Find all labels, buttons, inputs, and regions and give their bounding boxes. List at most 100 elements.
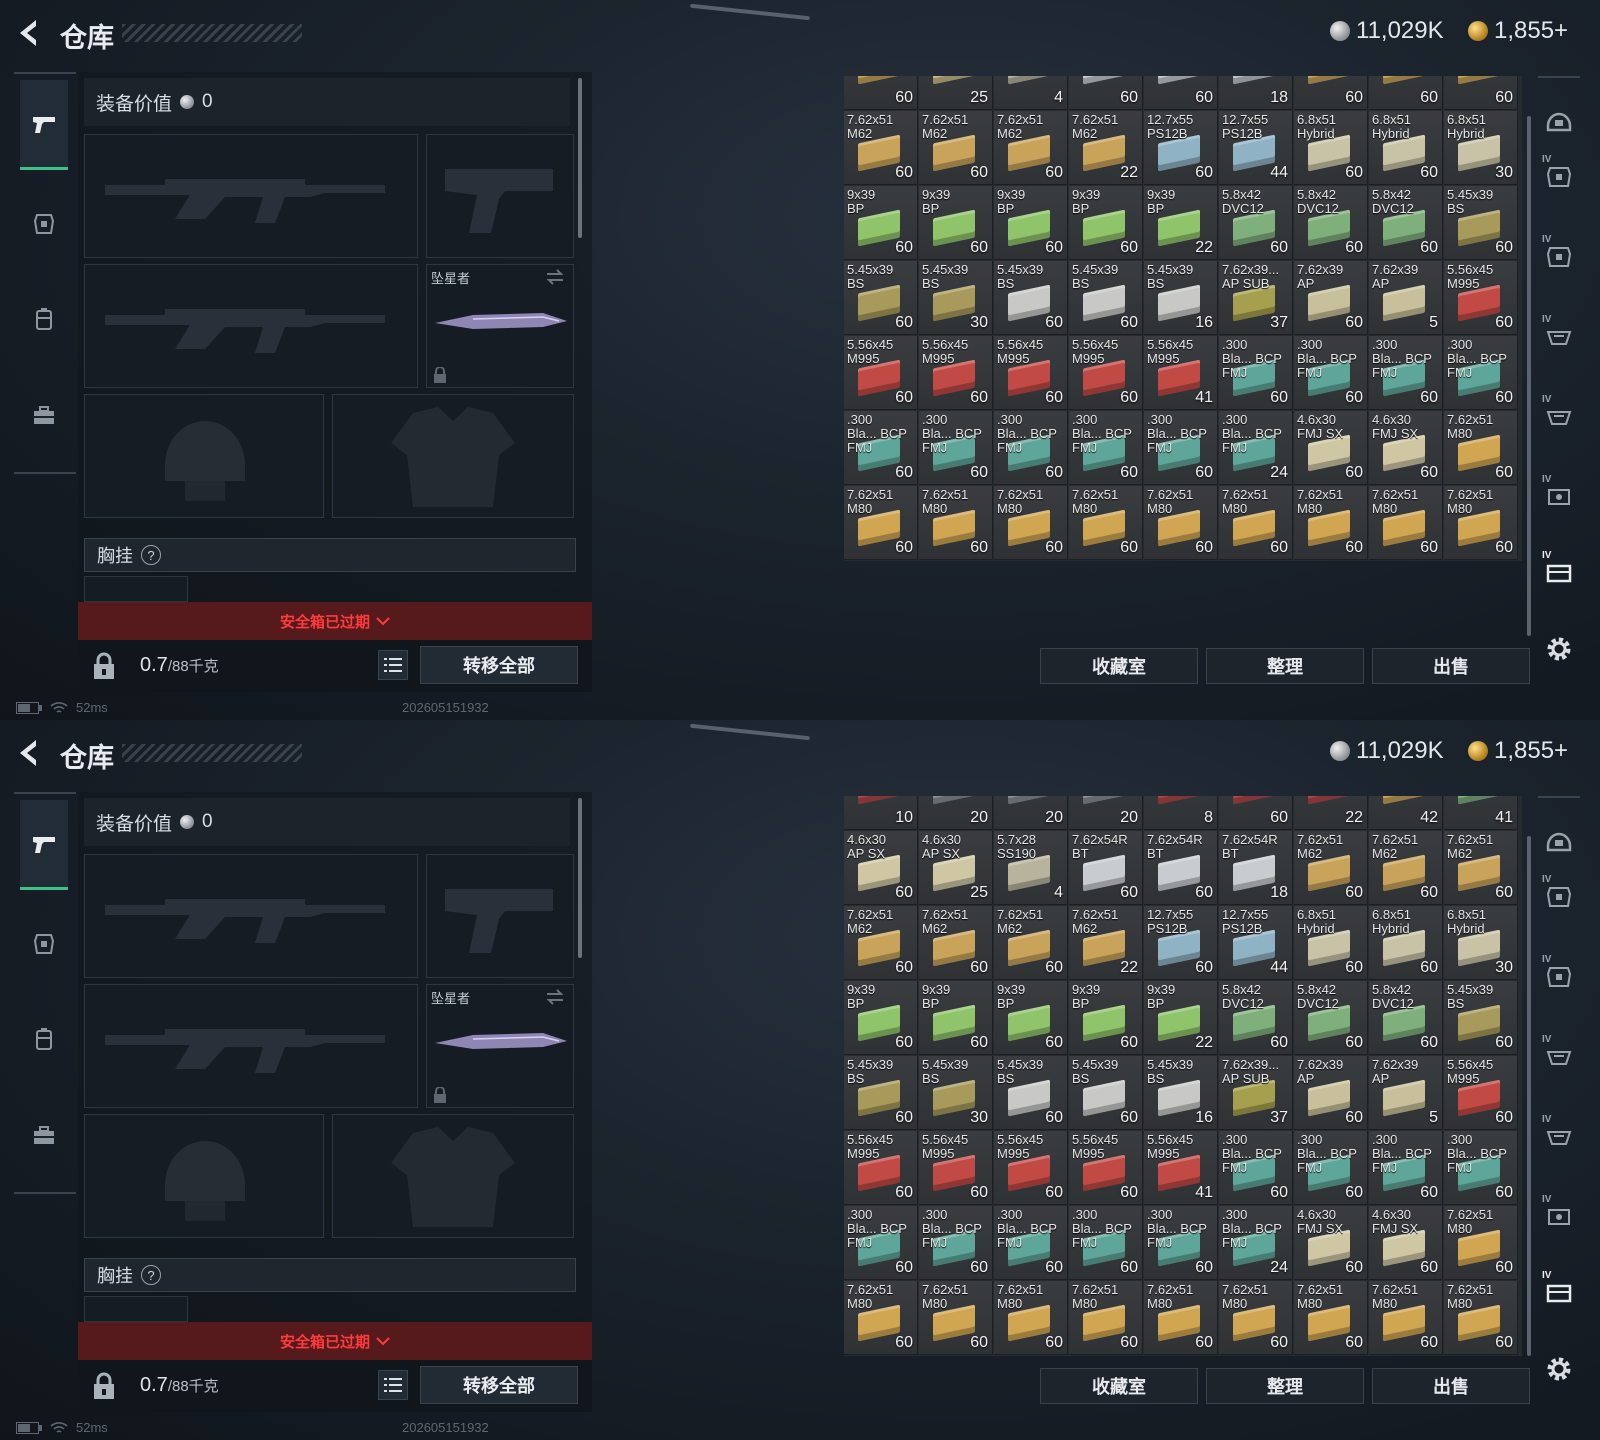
inventory-cell[interactable]: 5.56x45 M995 60 xyxy=(919,336,993,410)
inventory-cell[interactable]: 4.6x30 FMJ SX 60 xyxy=(1294,1206,1368,1280)
chest-rig-slot[interactable] xyxy=(84,1296,188,1322)
helmet-slot[interactable] xyxy=(84,1114,324,1238)
inventory-cell[interactable]: 4.6x30 FMJ SX 60 xyxy=(1294,411,1368,485)
inventory-cell[interactable]: .300 Bla... BCP FMJ 60 xyxy=(844,411,918,485)
inventory-cell[interactable]: 7.62x51 M80 60 xyxy=(1369,1281,1443,1355)
melee-slot[interactable]: 坠星者 xyxy=(426,984,574,1108)
body-armor-slot[interactable] xyxy=(332,394,574,518)
inventory-cell[interactable]: 7.62x39... AP SUB 37 xyxy=(1219,261,1293,335)
inventory-cell[interactable]: 6.8x51 Hybrid 60 xyxy=(1294,906,1368,980)
inventory-cell[interactable]: 6.8x51 Hybrid 60 xyxy=(1369,111,1443,185)
inventory-cell[interactable]: 6.8x51 Hybrid 60 xyxy=(1369,906,1443,980)
inventory-cell[interactable]: 7.62x39... AP SUB 37 xyxy=(1219,1056,1293,1130)
inventory-cell[interactable]: 5.56x45 M995 60 xyxy=(1444,261,1518,335)
gear-icon[interactable] xyxy=(1544,1354,1574,1384)
safe-box-expired-bar[interactable]: 安全箱已过期 xyxy=(78,602,592,640)
inventory-cell[interactable]: 7.62x51 M80 60 xyxy=(994,486,1068,560)
inventory-cell[interactable]: 7.62x51 M80 60 xyxy=(1444,1281,1518,1355)
swap-icon[interactable] xyxy=(545,269,565,285)
inventory-cell[interactable]: 5.56x45 M995 60 xyxy=(844,336,918,410)
inventory-cell[interactable]: 7.62x51 M80 60 xyxy=(1444,1206,1518,1280)
rn-armor-4b[interactable]: IV xyxy=(1542,954,1574,990)
inventory-cell[interactable]: 60 xyxy=(1069,76,1143,110)
inventory-cell[interactable]: 9x39 BP 60 xyxy=(919,981,993,1055)
inventory-cell[interactable]: .300 Bla... BCP FMJ 24 xyxy=(1219,411,1293,485)
collection-room-button[interactable]: 收藏室 xyxy=(1040,1368,1198,1404)
rn-armor-4b[interactable]: IV xyxy=(1542,234,1574,270)
nav-weapons[interactable] xyxy=(20,80,68,170)
inventory-cell[interactable]: 5.45x39 BS 60 xyxy=(1444,186,1518,260)
inventory-cell[interactable]: 5.45x39 BS 30 xyxy=(919,1056,993,1130)
inventory-cell[interactable]: 7.62x51 M80 60 xyxy=(1444,486,1518,560)
inventory-scrollbar[interactable] xyxy=(1527,836,1531,1356)
inventory-cell[interactable]: 41 xyxy=(1444,796,1518,830)
inventory-cell[interactable]: 5.8x42 DVC12 60 xyxy=(1294,981,1368,1055)
inventory-cell[interactable]: 5.8x42 DVC12 60 xyxy=(1369,186,1443,260)
equipment-scrollbar[interactable] xyxy=(578,78,582,238)
rn-helmet[interactable] xyxy=(1544,826,1574,856)
back-arrow-icon[interactable] xyxy=(16,18,42,48)
inventory-cell[interactable]: 12.7x55 PS12B 44 xyxy=(1219,906,1293,980)
inventory-cell[interactable]: 9x39 BP 22 xyxy=(1144,981,1218,1055)
inventory-cell[interactable]: 60 xyxy=(1219,796,1293,830)
inventory-cell[interactable]: 7.62x51 M80 60 xyxy=(844,486,918,560)
inventory-cell[interactable]: .300 Bla... BCP FMJ 60 xyxy=(1444,336,1518,410)
inventory-cell[interactable]: 7.62x51 M62 60 xyxy=(1369,831,1443,905)
inventory-cell[interactable]: 7.62x51 M80 60 xyxy=(1219,1281,1293,1355)
rn-bag-4[interactable]: IV xyxy=(1542,1194,1574,1230)
nav-weapons[interactable] xyxy=(20,800,68,890)
primary-weapon-slot[interactable] xyxy=(84,134,418,258)
inventory-cell[interactable]: 4.6x30 AP SX 25 xyxy=(919,831,993,905)
inventory-cell[interactable]: 5.45x39 BS 60 xyxy=(1444,981,1518,1055)
inventory-cell[interactable]: 5.45x39 BS 60 xyxy=(1069,261,1143,335)
secondary-weapon-slot[interactable] xyxy=(426,134,574,258)
list-view-button[interactable] xyxy=(378,650,408,680)
inventory-cell[interactable]: 5.56x45 M995 41 xyxy=(1144,336,1218,410)
inventory-cell[interactable]: 4 xyxy=(994,76,1068,110)
inventory-cell[interactable]: 5.45x39 BS 60 xyxy=(994,261,1068,335)
swap-icon[interactable] xyxy=(545,989,565,1005)
inventory-cell[interactable]: 20 xyxy=(994,796,1068,830)
inventory-cell[interactable]: .300 Bla... BCP FMJ 60 xyxy=(1144,1206,1218,1280)
transfer-all-button[interactable]: 转移全部 xyxy=(420,646,578,684)
inventory-cell[interactable]: 7.62x51 M62 60 xyxy=(919,111,993,185)
inventory-cell[interactable]: .300 Bla... BCP FMJ 60 xyxy=(994,1206,1068,1280)
back-arrow-icon[interactable] xyxy=(16,738,42,768)
inventory-cell[interactable]: 12.7x55 PS12B 44 xyxy=(1219,111,1293,185)
inventory-cell[interactable]: 5.56x45 M995 60 xyxy=(919,1131,993,1205)
rn-rig-4[interactable]: IV xyxy=(1542,314,1574,350)
inventory-cell[interactable]: 5.56x45 M995 60 xyxy=(844,1131,918,1205)
inventory-cell[interactable]: 7.62x51 M80 60 xyxy=(1294,486,1368,560)
inventory-cell[interactable]: 5.45x39 BS 16 xyxy=(1144,261,1218,335)
rn-rig-4[interactable]: IV xyxy=(1542,1034,1574,1070)
inventory-cell[interactable]: .300 Bla... BCP FMJ 60 xyxy=(1069,1206,1143,1280)
inventory-cell[interactable]: 22 xyxy=(1294,796,1368,830)
inventory-cell[interactable]: 9x39 BP 60 xyxy=(844,186,918,260)
rn-helmet[interactable] xyxy=(1544,106,1574,136)
inventory-cell[interactable]: 10 xyxy=(844,796,918,830)
inventory-cell[interactable]: 20 xyxy=(919,796,993,830)
inventory-cell[interactable]: 9x39 BP 22 xyxy=(1144,186,1218,260)
inventory-cell[interactable]: 7.62x39 AP 60 xyxy=(1294,1056,1368,1130)
organize-button[interactable]: 整理 xyxy=(1206,648,1364,684)
inventory-cell[interactable]: 5.45x39 BS 16 xyxy=(1144,1056,1218,1130)
inventory-cell[interactable]: 5.45x39 BS 60 xyxy=(844,1056,918,1130)
inventory-cell[interactable]: 7.62x51 M80 60 xyxy=(919,486,993,560)
inventory-cell[interactable]: 5.8x42 DVC12 60 xyxy=(1219,186,1293,260)
inventory-cell[interactable]: 7.62x51 M80 60 xyxy=(919,1281,993,1355)
help-icon[interactable]: ? xyxy=(141,1265,161,1285)
inventory-cell[interactable]: 7.62x51 M80 60 xyxy=(1219,486,1293,560)
inventory-cell[interactable]: 7.62x51 M62 60 xyxy=(994,906,1068,980)
nav-armor[interactable] xyxy=(20,898,68,988)
inventory-cell[interactable]: 7.62x51 M62 22 xyxy=(1069,111,1143,185)
inventory-cell[interactable]: 9x39 BP 60 xyxy=(919,186,993,260)
inventory-cell[interactable]: 5.56x45 M995 41 xyxy=(1144,1131,1218,1205)
inventory-cell[interactable]: .300 Bla... BCP FMJ 60 xyxy=(844,1206,918,1280)
inventory-cell[interactable]: 6.8x51 Hybrid 60 xyxy=(1294,111,1368,185)
rn-rig-4b[interactable]: IV xyxy=(1542,394,1574,430)
inventory-cell[interactable]: 7.62x51 M80 60 xyxy=(844,1281,918,1355)
inventory-cell[interactable]: 42 xyxy=(1369,796,1443,830)
inventory-cell[interactable]: 9x39 BP 60 xyxy=(844,981,918,1055)
inventory-cell[interactable]: 7.62x51 M80 60 xyxy=(1144,486,1218,560)
inventory-cell[interactable]: 5.56x45 M995 60 xyxy=(1444,1056,1518,1130)
